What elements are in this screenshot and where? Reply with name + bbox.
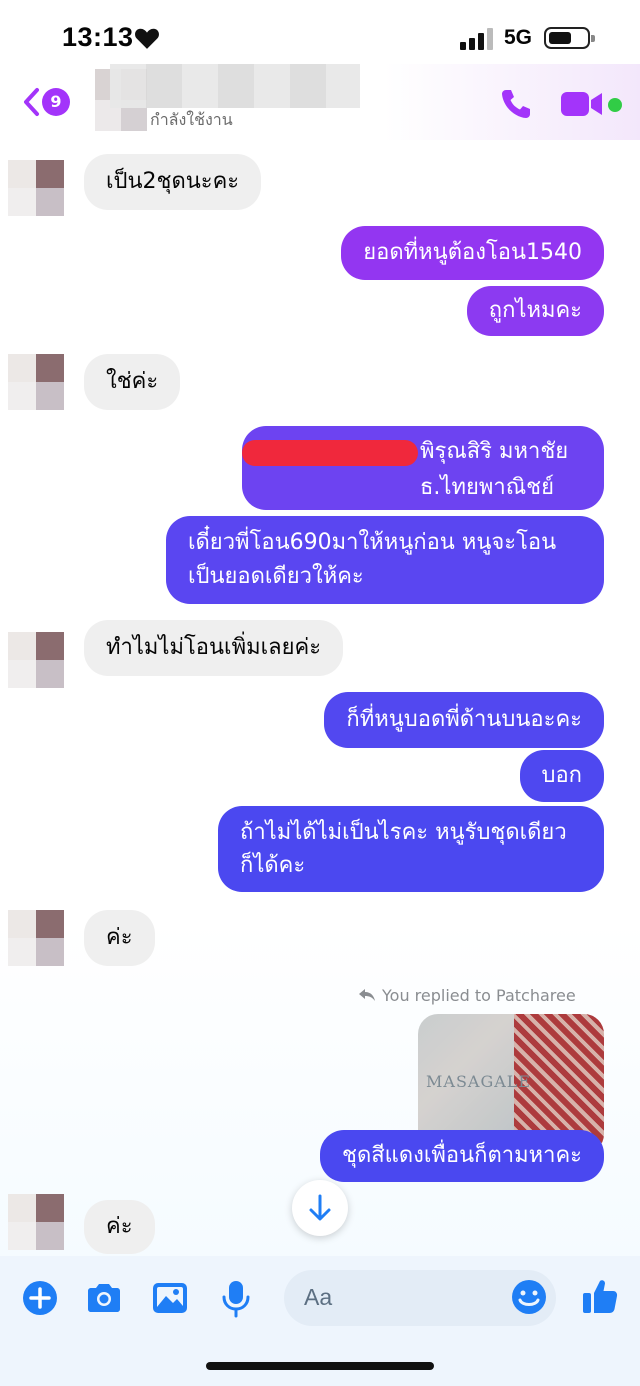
message-incoming[interactable]: ทำไมไม่โอนเพิ่มเลยค่ะ (84, 620, 344, 676)
phone-icon[interactable] (498, 86, 534, 122)
message-incoming[interactable]: ค่ะ (84, 1200, 155, 1254)
video-camera-icon[interactable] (560, 88, 604, 120)
scroll-to-bottom-button[interactable] (292, 1180, 348, 1236)
message-outgoing[interactable]: พิรุณสิริ มหาชัย ธ.ไทยพาณิชย์ (242, 426, 604, 510)
thumbs-up-icon[interactable] (580, 1276, 620, 1316)
message-outgoing[interactable]: ชุดสีแดงเพื่อนก็ตามหาคะ (320, 1130, 604, 1182)
reply-arrow-icon (359, 989, 375, 1001)
status-bar: 13:13 5G (0, 0, 640, 70)
message-input-placeholder: Aa (304, 1284, 333, 1310)
message-list[interactable]: เป็น2ชุดนะคะ ยอดที่หนูต้องโอน1540 ถูกไหม… (0, 140, 640, 1256)
sender-avatar[interactable] (8, 354, 64, 410)
camera-icon[interactable] (84, 1278, 124, 1318)
message-outgoing[interactable]: ยอดที่หนูต้องโอน1540 (341, 226, 604, 280)
message-outgoing[interactable]: บอก (519, 750, 604, 802)
back-chevron-icon (24, 88, 39, 116)
sender-avatar[interactable] (8, 910, 64, 966)
reply-context: You replied to Patcharee (358, 986, 576, 1005)
photo-label: MASAGALE (426, 1072, 532, 1091)
sender-avatar[interactable] (8, 1194, 64, 1250)
emoji-icon[interactable] (510, 1278, 548, 1316)
composer-bar: Aa (0, 1256, 640, 1386)
chat-header: 9 กำลังใช้งาน (0, 64, 640, 140)
unread-badge: 9 (42, 88, 70, 116)
battery-icon (544, 27, 595, 49)
signal-icon (460, 28, 494, 50)
plus-icon[interactable] (20, 1278, 60, 1318)
gallery-icon[interactable] (150, 1278, 190, 1318)
contact-name-redacted[interactable] (110, 64, 360, 108)
message-outgoing[interactable]: ก็ที่หนูบอดพี่ด้านบนอะคะ (324, 692, 604, 748)
message-incoming[interactable]: เป็น2ชุดนะคะ (84, 154, 262, 210)
status-time: 13:13 (62, 22, 134, 52)
message-outgoing[interactable]: ถูกไหมคะ (466, 286, 604, 336)
account-name-redaction (242, 440, 418, 466)
message-incoming[interactable]: ค่ะ (84, 910, 155, 966)
microphone-icon[interactable] (216, 1278, 256, 1318)
heart-icon (135, 28, 159, 49)
message-outgoing[interactable]: เดี๋ยวพี่โอน690มาให้หนูก่อน หนูจะโอนเป็น… (166, 516, 604, 604)
network-type: 5G (504, 26, 533, 49)
online-indicator (608, 98, 622, 112)
reply-context-text: You replied to Patcharee (382, 986, 576, 1005)
sender-avatar[interactable] (8, 160, 64, 216)
contact-status: กำลังใช้งาน (150, 110, 233, 129)
back-button[interactable]: 9 (14, 86, 74, 118)
home-indicator (206, 1362, 434, 1370)
message-incoming[interactable]: ใช่ค่ะ (84, 354, 181, 410)
sender-avatar[interactable] (8, 632, 64, 688)
arrow-down-icon (309, 1194, 331, 1221)
message-outgoing[interactable]: ถ้าไม่ได้ไม่เป็นไรคะ หนูรับชุดเดียวก็ได้… (218, 806, 604, 892)
